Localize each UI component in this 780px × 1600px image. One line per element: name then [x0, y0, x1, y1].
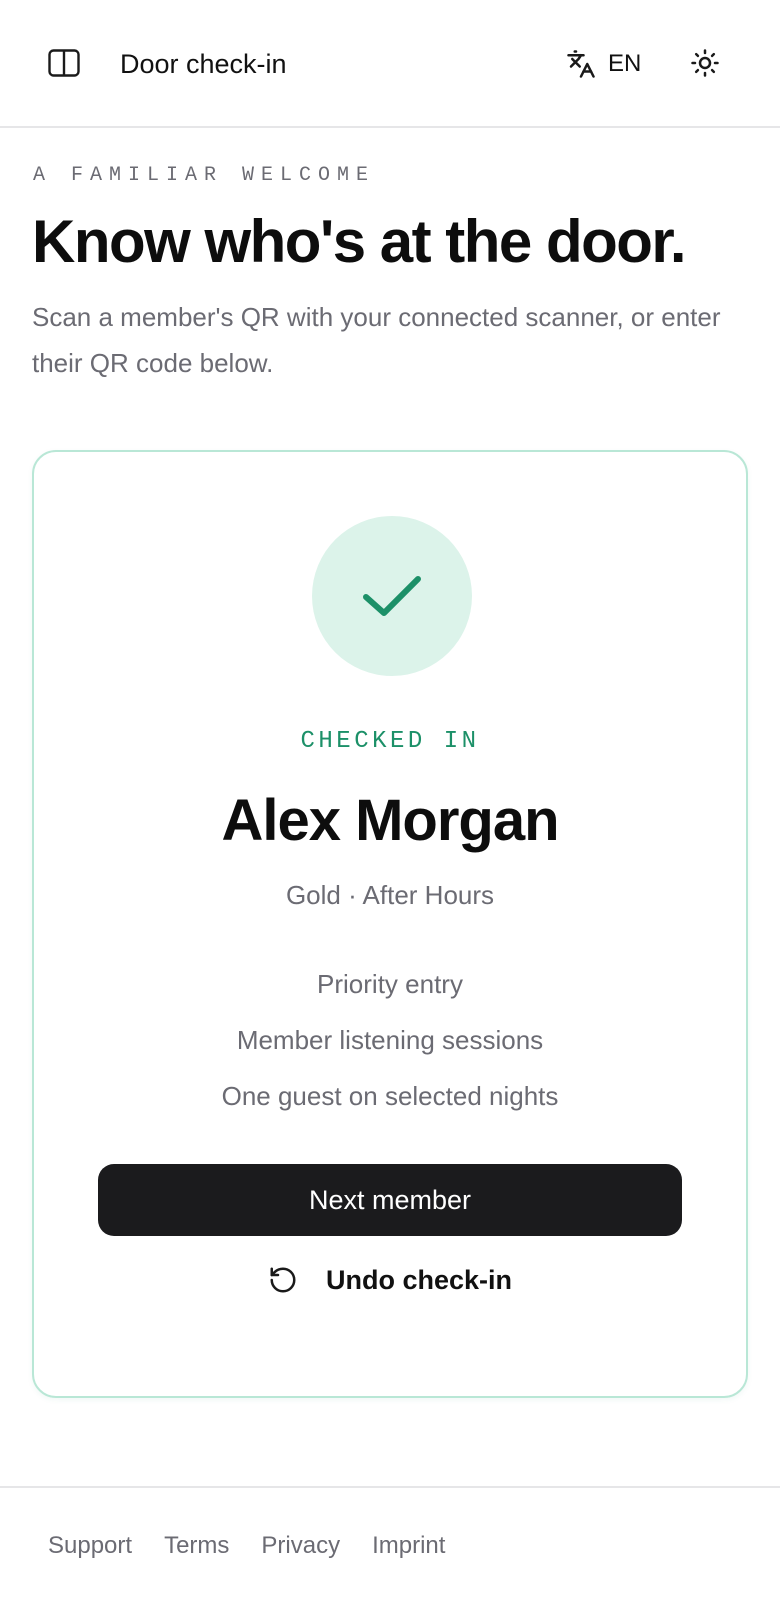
check-icon — [363, 576, 421, 616]
next-member-button[interactable]: Next member — [98, 1164, 682, 1236]
undo-check-in-label: Undo check-in — [325, 1264, 513, 1295]
sidebar-toggle-button[interactable] — [48, 47, 80, 79]
hero-headline: Know who's at the door. — [32, 208, 687, 275]
success-indicator — [312, 516, 472, 676]
footer: Support Terms Privacy Imprint — [0, 1486, 780, 1600]
page-title: Door check-in — [120, 49, 287, 79]
status-label: CHECKED IN — [300, 728, 480, 755]
member-name: Alex Morgan — [221, 788, 559, 853]
rotate-ccw-icon — [270, 1267, 296, 1293]
check-in-result-card: CHECKED IN Alex Morgan Gold · After Hour… — [32, 450, 748, 1398]
footer-nav: Support Terms Privacy Imprint — [48, 1532, 445, 1560]
footer-link-imprint[interactable]: Imprint — [372, 1532, 445, 1560]
perk-item: Member listening sessions — [236, 1025, 544, 1055]
sun-icon — [691, 49, 719, 77]
footer-link-terms[interactable]: Terms — [164, 1532, 229, 1560]
language-code: EN — [608, 50, 642, 77]
translate-icon — [567, 50, 595, 78]
perks-list: Priority entry Member listening sessions… — [34, 956, 746, 1124]
top-bar: Door check-in EN — [0, 0, 780, 128]
footer-link-privacy[interactable]: Privacy — [261, 1532, 340, 1560]
footer-link-support[interactable]: Support — [48, 1532, 132, 1560]
theme-toggle-button[interactable] — [688, 46, 722, 80]
undo-check-in-button[interactable]: Undo check-in — [34, 1252, 746, 1308]
hero-description: Scan a member's QR with your connected s… — [32, 302, 721, 378]
language-switcher-button[interactable]: EN — [566, 44, 641, 84]
sidebar-panel-icon — [48, 49, 80, 77]
section-eyebrow: A FAMILIAR WELCOME — [33, 164, 376, 187]
perk-item: Priority entry — [317, 969, 463, 999]
membership-tier: Gold · After Hours — [285, 880, 495, 910]
perk-item: One guest on selected nights — [221, 1081, 559, 1111]
